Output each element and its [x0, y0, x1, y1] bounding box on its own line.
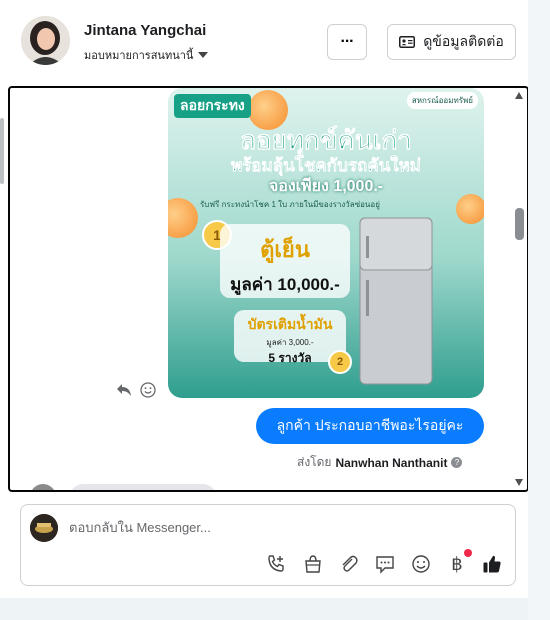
incoming-avatar	[30, 484, 56, 490]
payment-button[interactable]: ฿	[446, 549, 472, 575]
message-actions	[116, 382, 156, 398]
voucher-value: มูลค่า 3,000.-	[266, 338, 314, 347]
emoji-icon	[412, 555, 430, 573]
view-contact-button[interactable]: ดูข้อมูลติดต่อ	[387, 24, 516, 60]
conversation-area[interactable]: ลอยกระทง สหกรณ์ออมทรัพย์ ลอยทุกข์คันเก่า…	[8, 86, 529, 492]
assign-label: มอบหมายการสนทนานี้	[84, 50, 194, 62]
notification-dot	[464, 549, 472, 557]
attach-button[interactable]	[338, 553, 360, 575]
shopping-bag-icon	[305, 555, 321, 573]
info-icon[interactable]: ?	[451, 457, 463, 468]
prize-value: มูลค่า 10,000.-	[230, 275, 340, 294]
sender-name: Nanwhan Nanthanit	[335, 455, 448, 470]
baht-icon: ฿	[451, 554, 463, 574]
reply-input[interactable]	[69, 515, 489, 539]
scrollbar-thumb[interactable]	[515, 208, 524, 240]
avatar[interactable]	[21, 16, 70, 65]
chat-bubble-icon	[376, 556, 394, 574]
shop-button[interactable]	[302, 553, 324, 575]
more-icon: ···	[340, 33, 355, 50]
reply-icon[interactable]	[116, 383, 132, 397]
left-scroll-handle[interactable]	[0, 118, 4, 184]
lantern-decoration	[168, 198, 198, 238]
page-avatar	[30, 514, 58, 542]
page-background	[528, 0, 550, 620]
saved-replies-button[interactable]	[374, 553, 396, 575]
refrigerator-image	[359, 217, 433, 385]
promo-price: จองเพียง 1,000.-	[268, 178, 384, 195]
call-add-button[interactable]	[265, 553, 287, 575]
chat-panel: Jintana Yangchai มอบหมายการสนทนานี้ ··· …	[0, 0, 529, 598]
like-button[interactable]	[481, 553, 503, 575]
emoji-icon[interactable]	[140, 382, 156, 398]
prize-rank-2: 2	[328, 350, 352, 374]
prize-fridge: ตู้เย็น มูลค่า 10,000.-	[220, 224, 350, 298]
sent-by-prefix: ส่งโดย	[297, 455, 332, 469]
paperclip-icon	[342, 555, 358, 572]
contact-card-icon	[399, 36, 416, 48]
view-contact-label: ดูข้อมูลติดต่อ	[423, 33, 504, 49]
call-add-icon	[268, 555, 284, 572]
prize-name: ตู้เย็น	[260, 237, 310, 262]
promo-brand: ลอยกระทง	[174, 94, 251, 118]
incoming-message[interactable]	[70, 484, 216, 490]
more-options-button[interactable]: ···	[327, 24, 367, 60]
message-composer: ฿	[20, 504, 516, 586]
contact-name: Jintana Yangchai	[84, 22, 207, 39]
promo-note: รับฟรี กระทงนำโชค 1 ใบ ภายในมีของรางวัลซ…	[200, 200, 380, 209]
promo-logo: สหกรณ์ออมทรัพย์	[406, 92, 478, 109]
voucher-name: บัตรเติมน้ำมัน	[247, 316, 333, 332]
scroll-down-arrow[interactable]	[515, 479, 523, 486]
scroll-up-arrow[interactable]	[515, 92, 523, 99]
sent-by-label: ส่งโดย Nanwhan Nanthanit ?	[297, 453, 463, 472]
promo-image[interactable]: ลอยกระทง สหกรณ์ออมทรัพย์ ลอยทุกข์คันเก่า…	[168, 88, 484, 398]
chevron-down-icon	[198, 52, 209, 58]
thumbs-up-icon	[483, 555, 501, 573]
outgoing-message[interactable]: ลูกค้า ประกอบอาชีพอะไรอยู่คะ	[256, 408, 484, 444]
emoji-button[interactable]	[410, 553, 432, 575]
assign-conversation-dropdown[interactable]: มอบหมายการสนทนานี้	[84, 46, 209, 64]
